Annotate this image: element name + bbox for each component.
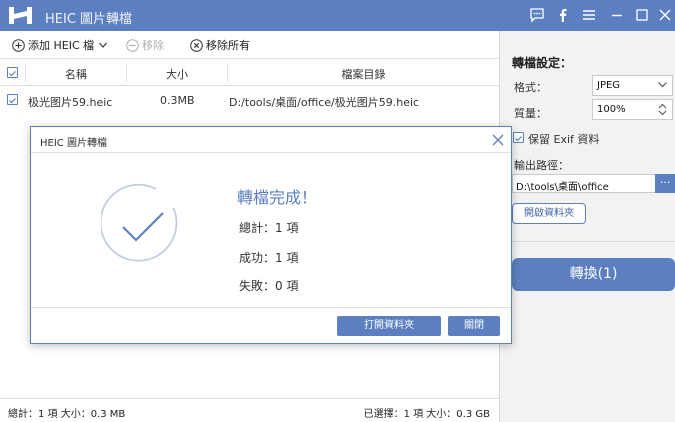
feedback-icon[interactable] xyxy=(527,5,547,25)
header-directory[interactable]: 檔案目錄 xyxy=(228,66,499,82)
dialog-close-button[interactable]: 關閉 xyxy=(448,316,500,336)
output-path-field[interactable]: D:\tools\桌面\office xyxy=(512,174,656,193)
row-checkbox[interactable] xyxy=(7,94,18,105)
remove-all-button[interactable]: 移除所有 xyxy=(190,37,250,53)
chevron-down-icon xyxy=(99,42,108,48)
file-directory: D:/tools/桌面/office/极光图片59.heic xyxy=(229,96,420,109)
status-selected: 已選擇：1 項 大小：0.3 GB xyxy=(363,409,490,420)
quality-label: 質量： xyxy=(514,107,547,120)
conversion-complete-dialog: HEIC 圖片轉檔 轉檔完成！ 總計：1 項 成功：1 項 失敗：0 項 打開資… xyxy=(30,126,512,344)
keep-exif-label: 保留 Exif 資料 xyxy=(528,133,600,146)
result-failed: 失敗：0 項 xyxy=(239,279,299,293)
remove-all-icon xyxy=(190,38,203,52)
keep-exif-checkbox[interactable] xyxy=(513,132,524,143)
file-table-header: 名稱 大小 檔案目錄 xyxy=(0,60,499,86)
open-folder-button[interactable]: 開啟資料夾 xyxy=(512,203,586,224)
quality-stepper[interactable]: 100% xyxy=(592,99,673,120)
remove-label: 移除 xyxy=(142,39,164,52)
quality-value: 100% xyxy=(597,104,626,115)
dialog-header: HEIC 圖片轉檔 xyxy=(31,127,511,153)
header-size[interactable]: 大小 xyxy=(127,66,227,82)
settings-title: 轉檔設定： xyxy=(512,56,573,70)
add-heic-label: 添加 HEIC 檔 xyxy=(28,39,95,52)
menu-icon[interactable] xyxy=(579,5,599,25)
success-check-icon xyxy=(101,183,178,262)
status-total: 總計：1 項 大小：0.3 MB xyxy=(8,409,126,420)
settings-panel: 轉檔設定： 格式： JPEG 質量： 100% 保留 Exif 資料 輸出路徑：… xyxy=(500,31,675,422)
browse-button[interactable]: ··· xyxy=(655,174,675,193)
format-label: 格式： xyxy=(514,81,547,94)
minimize-icon[interactable] xyxy=(607,5,627,25)
remove-icon xyxy=(126,38,139,52)
add-icon xyxy=(12,38,25,52)
file-size: 0.3MB xyxy=(160,94,195,107)
stepper-arrows-icon[interactable] xyxy=(657,103,668,116)
dialog-open-folder-button[interactable]: 打開資料夾 xyxy=(337,316,441,336)
file-name: 极光图片59.heic xyxy=(28,96,113,109)
result-success: 成功：1 項 xyxy=(239,251,299,265)
dialog-title: HEIC 圖片轉檔 xyxy=(40,138,107,149)
app-logo-icon xyxy=(9,7,32,24)
close-icon[interactable] xyxy=(655,5,675,25)
header-name[interactable]: 名稱 xyxy=(26,66,126,82)
add-heic-button[interactable]: 添加 HEIC 檔 xyxy=(12,37,111,53)
result-total: 總計：1 項 xyxy=(239,221,299,235)
toolbar: 添加 HEIC 檔 移除 移除所有 xyxy=(0,31,499,59)
dialog-close-icon[interactable] xyxy=(491,133,505,147)
select-all-checkbox[interactable] xyxy=(7,67,18,78)
format-value: JPEG xyxy=(597,80,621,91)
convert-button[interactable]: 轉換(1) xyxy=(512,258,675,291)
panel-separator xyxy=(500,241,675,242)
remove-all-label: 移除所有 xyxy=(206,39,250,52)
chevron-down-icon xyxy=(658,82,667,88)
title-bar: HEIC 圖片轉檔 xyxy=(0,0,675,31)
maximize-icon[interactable] xyxy=(632,5,652,25)
status-bar: 總計：1 項 大小：0.3 MB 已選擇：1 項 大小：0.3 GB xyxy=(0,398,499,422)
output-path-label: 輸出路徑： xyxy=(514,159,569,172)
result-heading: 轉檔完成！ xyxy=(237,188,318,207)
facebook-icon[interactable] xyxy=(553,5,573,25)
table-row[interactable]: 极光图片59.heic 0.3MB D:/tools/桌面/office/极光图… xyxy=(0,87,499,113)
app-title: HEIC 圖片轉檔 xyxy=(45,12,133,27)
remove-button[interactable]: 移除 xyxy=(126,37,164,53)
format-select[interactable]: JPEG xyxy=(592,75,673,96)
dialog-separator xyxy=(31,307,511,308)
